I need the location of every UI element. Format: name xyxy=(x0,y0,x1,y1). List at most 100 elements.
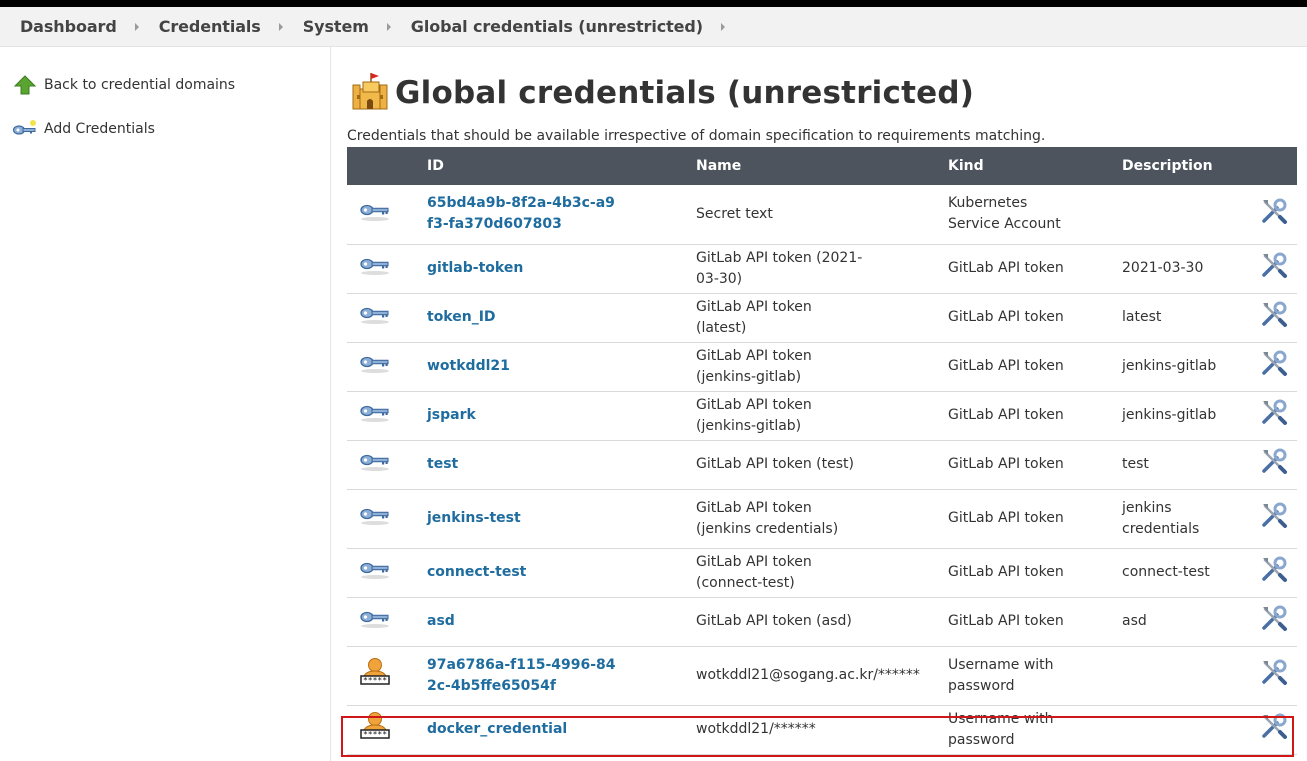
configure-wrench-icon[interactable] xyxy=(1260,658,1288,693)
row-kind-cell: GitLab API token xyxy=(948,342,1122,392)
breadcrumb-link-credentials[interactable]: Credentials xyxy=(159,17,261,36)
row-action-cell xyxy=(1250,185,1297,245)
credential-id-link[interactable]: test xyxy=(427,454,458,475)
credential-description: jenkins credentials xyxy=(1122,499,1200,537)
row-icon-cell: ***** xyxy=(347,646,427,706)
table-row: jspark GitLab API token (jenkins-gitlab) G… xyxy=(347,391,1297,441)
credential-kind: Username with password xyxy=(948,656,1054,694)
table-header-row: ID Name Kind Description xyxy=(347,147,1297,185)
row-icon-cell xyxy=(347,185,427,245)
credential-kind: Kubernetes Service Account xyxy=(948,195,1061,233)
row-name-cell: Secret text xyxy=(696,185,948,245)
credential-name: GitLab API token (connect-test) xyxy=(696,553,812,591)
credential-name: GitLab API token (jenkins credentials) xyxy=(696,499,839,537)
credential-id-link[interactable]: gitlab-token xyxy=(427,258,523,279)
credential-id-link[interactable]: connect-test xyxy=(427,562,526,583)
row-icon-cell xyxy=(347,548,427,598)
credential-kind: GitLab API token xyxy=(948,613,1064,629)
table-row: wotkddl21 GitLab API token (jenkins-gitla… xyxy=(347,342,1297,392)
row-id-cell: connect-test xyxy=(427,548,696,598)
row-description-cell: connect-test xyxy=(1122,548,1250,598)
row-id-cell: gitlab-token xyxy=(427,244,696,294)
row-kind-cell: GitLab API token xyxy=(948,244,1122,294)
credential-id-link[interactable]: 97a6786a-f115-4996-842c-4b5ffe65054f xyxy=(427,655,617,697)
credential-kind: GitLab API token xyxy=(948,309,1064,325)
configure-wrench-icon[interactable] xyxy=(1260,251,1288,286)
row-icon-cell xyxy=(347,597,427,647)
chevron-right-icon[interactable] xyxy=(278,22,283,31)
castle-icon xyxy=(351,71,389,115)
credential-description: 2021-03-30 xyxy=(1122,260,1204,276)
credential-id-link[interactable]: jenkins-test xyxy=(427,508,521,529)
page-header: Global credentials (unrestricted) xyxy=(351,71,974,115)
table-row: ***** 97a6786a-f115-4996-842c-4b5ffe65054… xyxy=(347,646,1297,706)
table-row: connect-test GitLab API token (connect-te… xyxy=(347,548,1297,598)
credential-name: wotkddl21/****** xyxy=(696,721,816,737)
page-title: Global credentials (unrestricted) xyxy=(395,75,975,111)
credential-name: GitLab API token (latest) xyxy=(696,298,812,336)
credential-description: connect-test xyxy=(1122,564,1210,580)
row-kind-cell: GitLab API token xyxy=(948,293,1122,343)
row-id-cell: test xyxy=(427,440,696,490)
credential-kind: GitLab API token xyxy=(948,407,1064,423)
row-id-cell: wotkddl21 xyxy=(427,342,696,392)
breadcrumb-item-credentials: Credentials xyxy=(159,17,303,36)
configure-wrench-icon[interactable] xyxy=(1260,349,1288,384)
row-action-cell xyxy=(1250,489,1297,549)
credential-kind: GitLab API token xyxy=(948,358,1064,374)
configure-wrench-icon[interactable] xyxy=(1260,398,1288,433)
credential-kind: GitLab API token xyxy=(948,510,1064,526)
credential-id-link[interactable]: 65bd4a9b-8f2a-4b3c-a9f3-fa370d607803 xyxy=(427,193,617,235)
header-description[interactable]: Description xyxy=(1122,147,1250,185)
chevron-right-icon[interactable] xyxy=(720,22,725,31)
up-arrow-icon xyxy=(12,74,38,96)
breadcrumb-link-dashboard[interactable]: Dashboard xyxy=(20,17,117,36)
credential-id-link[interactable]: asd xyxy=(427,611,455,632)
configure-wrench-icon[interactable] xyxy=(1260,300,1288,335)
row-description-cell xyxy=(1122,705,1250,755)
header-name[interactable]: Name xyxy=(696,147,948,185)
credential-kind: GitLab API token xyxy=(948,564,1064,580)
configure-wrench-icon[interactable] xyxy=(1260,197,1288,232)
configure-wrench-icon[interactable] xyxy=(1260,555,1288,590)
key-icon xyxy=(359,405,391,427)
credential-id-link[interactable]: wotkddl21 xyxy=(427,356,510,377)
configure-wrench-icon[interactable] xyxy=(1260,447,1288,482)
key-icon xyxy=(359,611,391,633)
credential-id-link[interactable]: docker_credential xyxy=(427,719,567,740)
row-id-cell: 97a6786a-f115-4996-842c-4b5ffe65054f xyxy=(427,646,696,706)
credential-name: wotkddl21@sogang.ac.kr/****** xyxy=(696,667,920,683)
configure-wrench-icon[interactable] xyxy=(1260,501,1288,536)
breadcrumb-link-global[interactable]: Global credentials (unrestricted) xyxy=(411,17,703,36)
page-description: Credentials that should be available irr… xyxy=(347,128,1046,144)
row-kind-cell: GitLab API token xyxy=(948,391,1122,441)
row-kind-cell: GitLab API token xyxy=(948,440,1122,490)
row-description-cell xyxy=(1122,646,1250,706)
key-icon xyxy=(359,562,391,584)
credential-id-link[interactable]: token_ID xyxy=(427,307,496,328)
row-description-cell xyxy=(1122,185,1250,245)
configure-wrench-icon[interactable] xyxy=(1260,604,1288,639)
header-id[interactable]: ID xyxy=(427,147,696,185)
sidebar-item-add-credentials[interactable]: Add Credentials xyxy=(12,118,155,140)
chevron-right-icon[interactable] xyxy=(386,22,391,31)
sidebar-item-label: Add Credentials xyxy=(44,121,155,137)
credential-name: GitLab API token (jenkins-gitlab) xyxy=(696,396,812,434)
svg-text:*****: ***** xyxy=(363,676,387,685)
credentials-table: ID Name Kind Description 65bd4a9b-8f2a-4… xyxy=(347,147,1297,755)
row-icon-cell xyxy=(347,244,427,294)
sidebar-item-back[interactable]: Back to credential domains xyxy=(12,74,235,96)
row-id-cell: docker_credential xyxy=(427,705,696,755)
header-icon-column xyxy=(347,147,427,185)
row-name-cell: GitLab API token (2021-03-30) xyxy=(696,244,948,294)
row-description-cell: test xyxy=(1122,440,1250,490)
credential-name: GitLab API token (2021-03-30) xyxy=(696,249,863,287)
chevron-right-icon[interactable] xyxy=(134,22,139,31)
key-icon xyxy=(359,204,391,226)
key-icon xyxy=(359,307,391,329)
breadcrumb-link-system[interactable]: System xyxy=(303,17,369,36)
key-icon xyxy=(359,356,391,378)
credential-id-link[interactable]: jspark xyxy=(427,405,476,426)
header-kind[interactable]: Kind xyxy=(948,147,1122,185)
configure-wrench-icon[interactable] xyxy=(1260,712,1288,747)
